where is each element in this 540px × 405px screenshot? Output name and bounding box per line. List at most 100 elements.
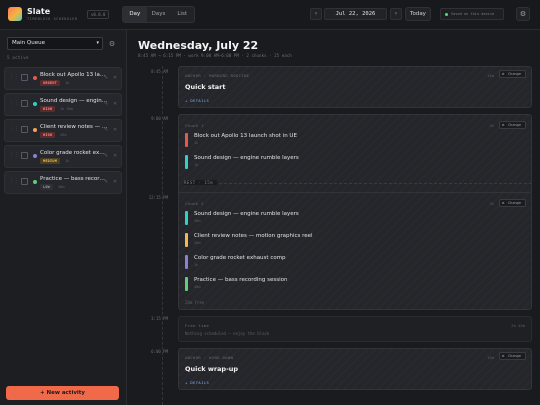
drag-handle-icon[interactable]: ⋮⋮	[9, 126, 19, 132]
details-toggle[interactable]: + DETAILS	[185, 98, 209, 103]
sidebar: Main Queue ▾ ⚙ 5 active ⋮⋮ Block out Apo…	[0, 30, 127, 405]
task-list: ⋮⋮ Block out Apollo 13 launch shot in UE…	[4, 67, 122, 197]
chevron-left-icon: ‹	[314, 10, 318, 17]
swap-icon: ⇄	[502, 71, 505, 76]
drag-handle-icon[interactable]: ⋮⋮	[9, 74, 19, 80]
edit-icon[interactable]: ✎	[104, 127, 108, 133]
task-name: Client review notes — motion graphics re…	[40, 124, 108, 130]
task-item[interactable]: ⋮⋮ Practice — bass recording session LOW…	[4, 171, 122, 194]
saved-dot-icon	[445, 13, 448, 16]
saved-status-text: Saved on this device	[451, 12, 495, 16]
task-item[interactable]: ⋮⋮ Sound design — engine rumble layers H…	[4, 93, 122, 116]
entry-duration: 45m	[194, 241, 201, 245]
task-duration: 1h 30m	[60, 107, 73, 111]
queue-select[interactable]: Main Queue ▾	[7, 37, 103, 50]
slack-note: 20m free	[185, 300, 205, 305]
drag-handle-icon[interactable]: ⋮⋮	[9, 178, 19, 184]
rest-line	[184, 183, 532, 184]
view-day-button[interactable]: Day	[123, 7, 147, 22]
entry-title: Block out Apollo 13 launch shot in UE	[194, 133, 297, 139]
task-name: Practice — bass recording session	[40, 176, 108, 182]
block-label: Chunk 1	[185, 123, 204, 128]
change-button[interactable]: ⇄ Change	[499, 70, 526, 78]
entry-title: Practice — bass recording session	[194, 277, 288, 283]
next-day-button[interactable]: ›	[390, 8, 402, 20]
task-duration: 45m	[60, 133, 67, 137]
delete-icon[interactable]: ✕	[113, 101, 117, 107]
task-name: Color grade rocket exhaust comp	[40, 150, 108, 156]
edit-icon[interactable]: ✎	[104, 153, 108, 159]
view-days-button[interactable]: Days	[147, 7, 171, 22]
change-label: Change	[508, 72, 521, 76]
today-button[interactable]: Today	[405, 7, 431, 21]
day-view: Wednesday, July 22 8:45 AM → 6:15 PM · w…	[128, 30, 540, 405]
prev-day-button[interactable]: ‹	[310, 8, 322, 20]
task-item[interactable]: ⋮⋮ Color grade rocket exhaust comp MEDIU…	[4, 145, 122, 168]
change-button[interactable]: ⇄ Change	[499, 199, 526, 207]
task-name: Sound design — engine rumble layers	[40, 98, 108, 104]
gear-icon: ⚙	[108, 40, 116, 48]
task-checkbox[interactable]	[21, 152, 28, 159]
delete-icon[interactable]: ✕	[113, 127, 117, 133]
edit-icon[interactable]: ✎	[104, 75, 108, 81]
view-list-button[interactable]: List	[170, 7, 194, 22]
rest-label: REST · 15m	[184, 180, 218, 185]
change-label: Change	[508, 201, 521, 205]
edit-icon[interactable]: ✎	[104, 101, 108, 107]
anchor-block-morning[interactable]: ANCHOR · MORNING ROUTINE 15m ⇄ Change Qu…	[178, 66, 532, 108]
entry-duration: 1h	[194, 163, 199, 167]
block-title: Quick start	[185, 83, 226, 91]
app-title: Slate	[27, 7, 51, 16]
delete-icon[interactable]: ✕	[113, 179, 117, 185]
time-label: 8:45 AM	[151, 69, 168, 74]
priority-badge: HIGH	[40, 132, 56, 138]
change-label: Change	[508, 354, 521, 358]
drag-handle-icon[interactable]: ⋮⋮	[9, 100, 19, 106]
entry-color-bar	[185, 233, 188, 247]
block-label: ANCHOR · WIND DOWN	[185, 355, 234, 360]
change-button[interactable]: ⇄ Change	[499, 352, 526, 360]
chevron-down-icon: ▾	[96, 40, 99, 46]
block-label: Free time	[185, 323, 210, 328]
day-summary: 8:45 AM → 6:15 PM · work 9:00 AM–6:00 PM…	[138, 53, 292, 58]
task-checkbox[interactable]	[21, 178, 28, 185]
task-color-dot	[33, 76, 37, 80]
time-label: 9:00 AM	[151, 116, 168, 121]
delete-icon[interactable]: ✕	[113, 153, 117, 159]
task-color-dot	[33, 102, 37, 106]
entry-color-bar	[185, 255, 188, 269]
date-picker[interactable]: Jul 22, 2026	[324, 8, 387, 20]
queue-select-value: Main Queue	[12, 40, 45, 46]
task-checkbox[interactable]	[21, 100, 28, 107]
entry-duration: 1h	[194, 263, 199, 267]
drag-handle-icon[interactable]: ⋮⋮	[9, 152, 19, 158]
chunk-block-1[interactable]: Chunk 1 3h ⇄ Change Block out Apollo 13 …	[178, 114, 532, 204]
edit-icon[interactable]: ✎	[104, 179, 108, 185]
task-item[interactable]: ⋮⋮ Client review notes — motion graphics…	[4, 119, 122, 142]
change-button[interactable]: ⇄ Change	[499, 121, 526, 129]
swap-icon: ⇄	[502, 353, 505, 358]
anchor-block-wind-down[interactable]: ANCHOR · WIND DOWN 15m ⇄ Change Quick wr…	[178, 348, 532, 390]
new-activity-button[interactable]: + New activity	[6, 386, 119, 400]
task-color-dot	[33, 154, 37, 158]
entry-duration: 1h	[194, 141, 199, 145]
task-checkbox[interactable]	[21, 126, 28, 133]
task-item[interactable]: ⋮⋮ Block out Apollo 13 launch shot in UE…	[4, 67, 122, 90]
task-checkbox[interactable]	[21, 74, 28, 81]
priority-badge: URGENT	[40, 80, 61, 86]
chunk-block-2[interactable]: Chunk 2 3h ⇄ Change Sound design — engin…	[178, 192, 532, 310]
free-time-note: Nothing scheduled — enjoy the black	[185, 331, 270, 336]
block-duration: 15m	[487, 355, 494, 360]
app-logo	[8, 7, 22, 21]
queue-settings-button[interactable]: ⚙	[106, 38, 118, 50]
entry-duration: 40m	[194, 285, 201, 289]
swap-icon: ⇄	[502, 122, 505, 127]
settings-button[interactable]: ⚙	[516, 7, 530, 21]
details-toggle[interactable]: + DETAILS	[185, 380, 209, 385]
entry-color-bar	[185, 155, 188, 169]
task-duration: 40m	[58, 185, 65, 189]
version-badge: v0.8.0	[87, 10, 110, 19]
priority-badge: MEDIUM	[40, 158, 61, 164]
delete-icon[interactable]: ✕	[113, 75, 117, 81]
entry-duration: 30m	[194, 219, 201, 223]
